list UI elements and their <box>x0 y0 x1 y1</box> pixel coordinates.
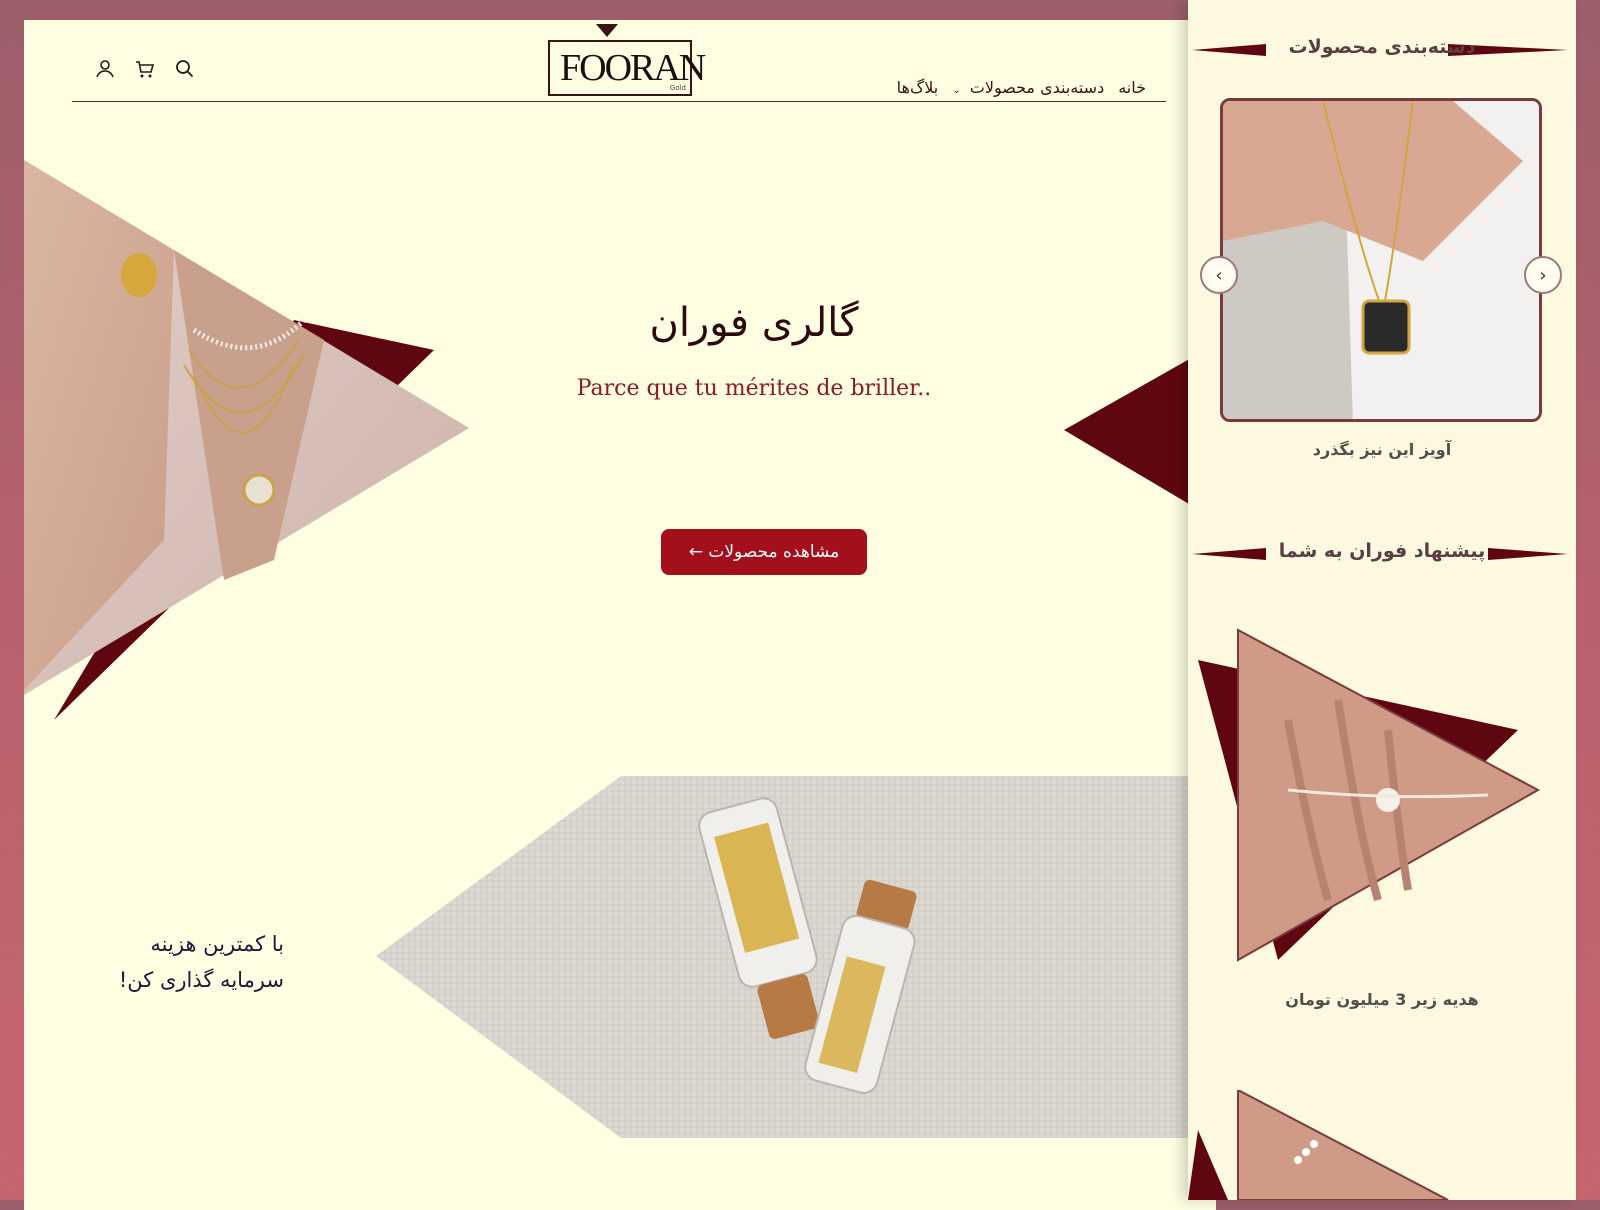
user-icon[interactable] <box>94 58 116 80</box>
chevron-down-icon: ⌄ <box>952 85 961 96</box>
main-nav: خانه دسته‌بندی محصولات ⌄ بلاگ‌ها <box>897 78 1146 97</box>
logo-subtext: Gold <box>669 84 686 92</box>
header-divider <box>72 101 1166 102</box>
next-product-image[interactable] <box>1188 1090 1576 1200</box>
suggested-product-image[interactable] <box>1188 620 1576 990</box>
promo-line-2: سرمایه گذاری کن! <box>118 968 284 992</box>
hero-title: گالری فوران <box>649 300 859 346</box>
featured-product-name[interactable]: آویز این نیز بگذرد <box>1188 440 1576 459</box>
pendant-photo <box>1223 101 1539 419</box>
promo-image-gold-bottles <box>376 776 1216 1138</box>
promo-line-1: با کمترین هزینه <box>150 932 284 956</box>
nav-item-categories-label: دسته‌بندی محصولات <box>969 78 1105 97</box>
logo-marker-triangle <box>596 24 618 37</box>
hero-image-necklace <box>24 160 469 720</box>
chevron-left-icon: ‹ <box>1215 264 1223 286</box>
promo-tagline: با کمترین هزینه سرمایه گذاری کن! <box>84 926 284 998</box>
view-products-button[interactable]: مشاهده محصولات ← <box>661 529 867 575</box>
nav-item-home[interactable]: خانه <box>1118 78 1146 97</box>
featured-product-card[interactable] <box>1220 98 1542 422</box>
nav-item-blogs[interactable]: بلاگ‌ها <box>897 78 939 97</box>
main-page: FOORAN Gold خانه دسته‌بندی محصولات ⌄ بلا… <box>24 20 1216 1210</box>
site-logo[interactable]: FOORAN Gold <box>548 40 706 96</box>
sidebar-panel: دسته‌بندی محصولات ‹ › آویز این نیز بگذرد… <box>1188 0 1576 1200</box>
carousel-prev-button[interactable]: ‹ <box>1200 256 1238 294</box>
suggestions-title: پیشنهاد فوران به شما <box>1278 540 1486 562</box>
suggested-product-name[interactable]: هدیه زیر 3 میلیون تومان <box>1188 990 1576 1009</box>
nav-item-categories[interactable]: دسته‌بندی محصولات ⌄ <box>952 78 1104 97</box>
chevron-right-icon: › <box>1539 264 1547 286</box>
search-icon[interactable] <box>174 58 196 80</box>
cart-icon[interactable] <box>134 58 156 80</box>
hero-subtitle: Parce que tu mérites de briller.. <box>576 376 932 401</box>
logo-text: FOORAN <box>560 47 706 89</box>
categories-title: دسته‌بندی محصولات <box>1288 36 1476 58</box>
carousel-next-button[interactable]: › <box>1524 256 1562 294</box>
